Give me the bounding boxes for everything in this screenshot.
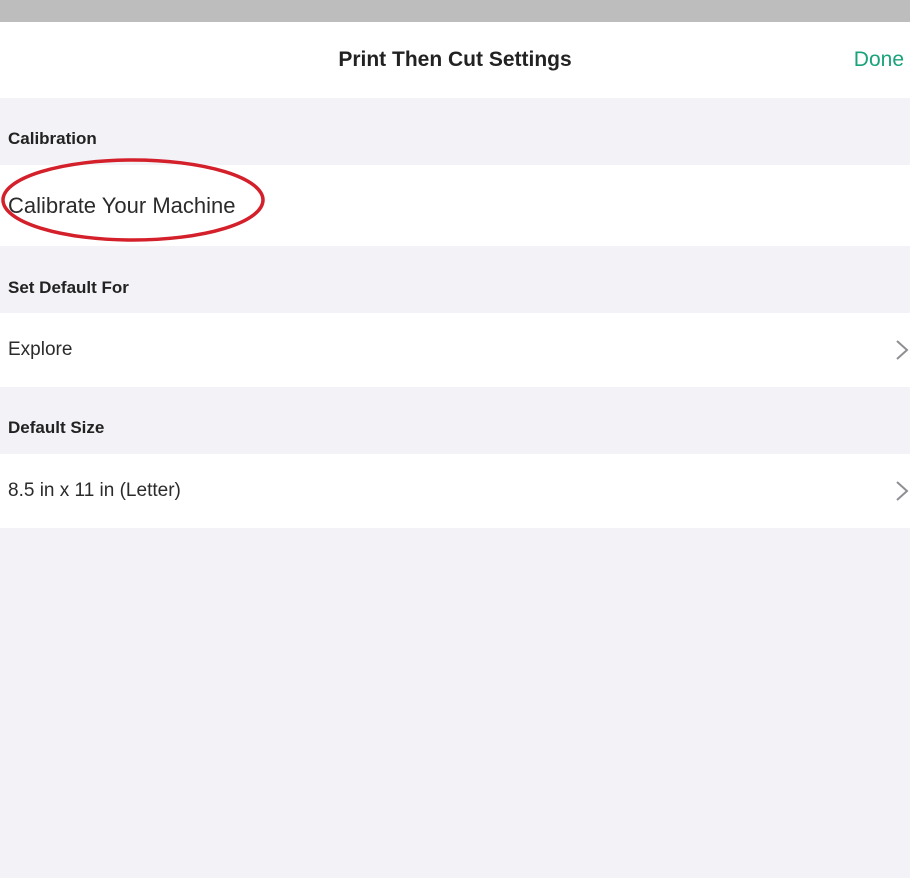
section-header-set-default-for: Set Default For [8, 278, 129, 297]
default-size-row[interactable]: 8.5 in x 11 in (Letter) [0, 454, 910, 528]
section-header-default-size: Default Size [8, 418, 105, 437]
calibrate-machine-row[interactable]: Calibrate Your Machine [0, 165, 910, 246]
set-default-for-value: Explore [8, 339, 73, 360]
page-title: Print Then Cut Settings [338, 48, 572, 71]
top-status-strip [0, 0, 910, 22]
chevron-right-icon [896, 340, 909, 360]
default-size-value: 8.5 in x 11 in (Letter) [8, 480, 181, 501]
calibrate-machine-label: Calibrate Your Machine [8, 192, 236, 218]
section-header-calibration: Calibration [8, 129, 97, 148]
chevron-right-icon [896, 481, 909, 501]
navigation-bar: Print Then Cut Settings Done [0, 22, 910, 98]
set-default-for-row[interactable]: Explore [0, 313, 910, 387]
done-button[interactable]: Done [854, 22, 904, 98]
